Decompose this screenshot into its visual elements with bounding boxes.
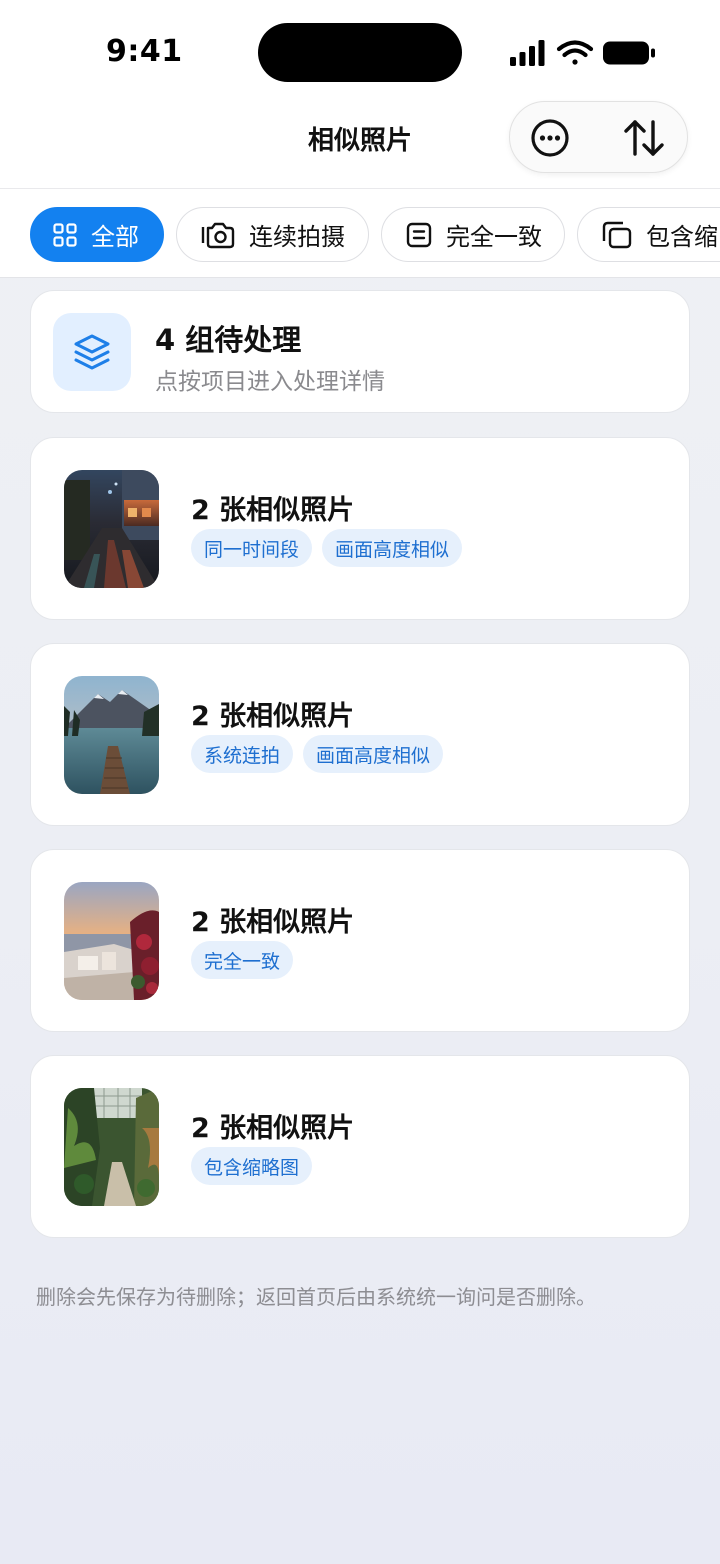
grid-icon: [53, 222, 77, 247]
group-title: 2 张相似照片: [191, 1113, 355, 1144]
more-button[interactable]: [528, 116, 572, 160]
more-icon: [531, 119, 569, 157]
nav-action-group: [509, 101, 688, 173]
filter-chip-label: 完全一致: [446, 223, 542, 251]
group-title: 2 张相似照片: [191, 907, 355, 938]
tag-badge: 同一时间段: [191, 529, 313, 567]
mountain-lake-photo: [64, 676, 159, 794]
tag-badge: 画面高度相似: [303, 735, 444, 773]
signal-icon: [510, 40, 545, 66]
night-street-photo: [64, 470, 159, 588]
photo-thumbnail: [64, 1088, 159, 1206]
status-icons: [510, 40, 655, 66]
header-area: 9:41 相似照片: [0, 0, 720, 188]
photo-thumbnail: [64, 882, 159, 1000]
filter-chip-thumbnail[interactable]: 包含缩: [577, 207, 720, 262]
tag-list: 系统连拍 画面高度相似: [191, 735, 453, 773]
tag-badge: 画面高度相似: [322, 529, 463, 567]
layers-icon: [74, 334, 110, 370]
copy-icon: [602, 221, 632, 248]
summary-title: 4 组待处理: [155, 323, 302, 357]
similar-group-card[interactable]: 2 张相似照片 系统连拍 画面高度相似: [30, 643, 690, 826]
dynamic-island: [258, 23, 462, 82]
wifi-icon: [556, 40, 594, 65]
group-title: 2 张相似照片: [191, 495, 355, 526]
tag-badge: 包含缩略图: [191, 1147, 313, 1185]
filter-bar: 全部 连续拍摄 完全一致 包含缩: [0, 188, 720, 278]
similar-group-card[interactable]: 2 张相似照片 同一时间段 画面高度相似: [30, 437, 690, 620]
filter-chip-burst[interactable]: 连续拍摄: [176, 207, 369, 262]
sort-button[interactable]: [622, 116, 666, 160]
tag-list: 完全一致: [191, 941, 303, 979]
status-time: 9:41: [106, 34, 183, 69]
battery-icon: [603, 41, 655, 65]
filter-chip-exact[interactable]: 完全一致: [381, 207, 565, 262]
tag-badge: 完全一致: [191, 941, 294, 979]
tag-list: 包含缩略图: [191, 1147, 322, 1185]
camera-icon: [201, 222, 235, 248]
summary-card: 4 组待处理 点按项目进入处理详情: [30, 290, 690, 413]
tag-badge: 系统连拍: [191, 735, 294, 773]
similar-group-card[interactable]: 2 张相似照片 完全一致: [30, 849, 690, 1032]
filter-chip-label: 连续拍摄: [249, 223, 345, 251]
document-icon: [406, 222, 432, 247]
filter-chip-label: 包含缩: [646, 223, 718, 251]
filter-chip-all[interactable]: 全部: [30, 207, 164, 262]
photo-thumbnail: [64, 470, 159, 588]
greenhouse-path-photo: [64, 1088, 159, 1206]
summary-icon-tile: [53, 313, 131, 391]
tag-list: 同一时间段 画面高度相似: [191, 529, 472, 567]
group-title: 2 张相似照片: [191, 701, 355, 732]
similar-group-card[interactable]: 2 张相似照片 包含缩略图: [30, 1055, 690, 1238]
footnote-text: 删除会先保存为待删除；返回首页后由系统统一询问是否删除。: [36, 1285, 596, 1309]
sort-arrows-icon: [624, 120, 664, 156]
summary-subtitle: 点按项目进入处理详情: [155, 369, 385, 395]
seaside-sunset-photo: [64, 882, 159, 1000]
photo-thumbnail: [64, 676, 159, 794]
filter-chip-label: 全部: [91, 223, 139, 251]
